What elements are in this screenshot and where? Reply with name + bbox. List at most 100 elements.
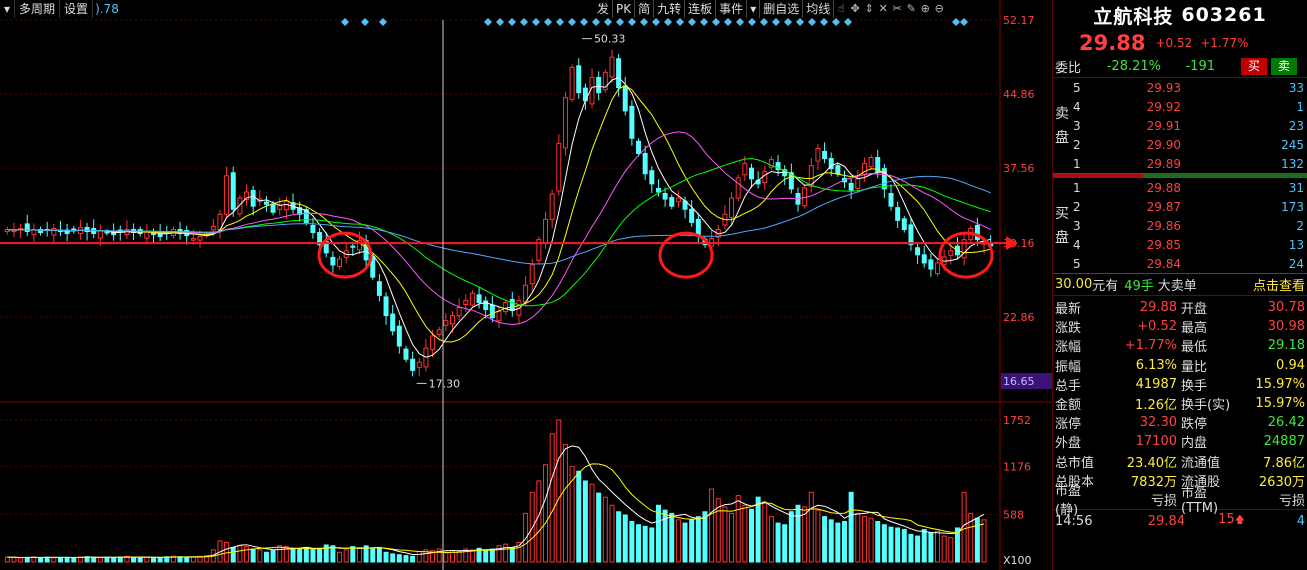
event-diamond-icon — [484, 18, 492, 26]
sell-button[interactable]: 卖 — [1271, 58, 1297, 75]
bid-row[interactable]: 2 29.87 173 — [1071, 197, 1307, 216]
big-order-price: 30.00 — [1055, 277, 1093, 292]
volume-bar — [38, 557, 44, 563]
volume-bar — [755, 496, 761, 563]
volume-bar — [104, 556, 110, 563]
kline-chart-svg[interactable]: 52.1744.8637.5630.1622.8616.651752117658… — [0, 0, 1052, 570]
volume-bar — [257, 549, 263, 563]
volume-bar — [310, 549, 316, 563]
volume-bar — [131, 557, 137, 563]
high-annotation: 50.33 — [594, 33, 626, 46]
volume-bar — [483, 550, 489, 563]
tool-simple-button[interactable]: 简 — [635, 0, 655, 18]
volume-bar — [443, 551, 449, 563]
volume-bar — [735, 495, 741, 563]
ask-row[interactable]: 1 29.89 132 — [1071, 154, 1307, 173]
stat-label: 最高 — [1181, 321, 1208, 337]
settings-button[interactable]: 设置 — [60, 0, 94, 18]
ask-row[interactable]: 3 29.91 23 — [1071, 116, 1307, 135]
ask-row[interactable]: 4 29.92 1 — [1071, 97, 1307, 116]
stats-row: 总手 41987 换手 15.97% — [1055, 375, 1305, 394]
candle-body — [642, 152, 648, 175]
volume-bar — [456, 550, 462, 563]
pan-icon[interactable]: ✥ — [848, 0, 862, 18]
volume-bar — [921, 529, 927, 563]
volume-bar — [695, 516, 701, 563]
tool-dropdown-icon[interactable]: ▾ — [747, 0, 761, 18]
ask-row[interactable]: 2 29.90 245 — [1071, 135, 1307, 154]
stat-value: 7832万 — [1130, 474, 1177, 490]
candle-body — [935, 262, 941, 275]
kline-chart-area[interactable]: 52.17 44.86 37.56 30.16 22.86 16.65 1752 1176 58… — [0, 0, 1052, 570]
price-axis-min-label: 16.65 — [1003, 375, 1035, 388]
last-price: 29.88 — [1079, 31, 1146, 55]
hand-icon[interactable]: ☝ — [834, 0, 848, 18]
volume-bar — [935, 530, 941, 563]
candle-body — [476, 294, 482, 303]
scissors-icon[interactable]: ✂ — [890, 0, 904, 18]
volume-bar — [396, 554, 402, 563]
volume-bar — [297, 548, 303, 563]
ask-volume: 132 — [1281, 156, 1304, 171]
volume-axis-label: 1176 — [1003, 461, 1031, 474]
event-diamond-icon — [808, 18, 816, 26]
event-diamond-icon — [760, 18, 768, 26]
scale-icon[interactable]: ⇕ — [862, 0, 876, 18]
candle-body — [622, 85, 628, 112]
volume-bar — [403, 555, 409, 563]
volume-bar — [51, 557, 57, 563]
volume-bar — [948, 537, 954, 563]
tool-pk-button[interactable]: PK — [613, 0, 636, 18]
volume-bar — [71, 557, 77, 563]
stat-value: 17100 — [1135, 434, 1177, 450]
stat-label: 内盘 — [1181, 436, 1208, 452]
ask-row[interactable]: 5 29.93 33 — [1071, 78, 1307, 97]
tool-lianban-button[interactable]: 连板 — [685, 0, 717, 18]
volume-bar — [356, 546, 362, 563]
bid-level: 2 — [1073, 199, 1081, 214]
buy-button[interactable]: 买 — [1241, 58, 1267, 75]
candle-body — [868, 157, 874, 168]
tool-jiuzhuan-button[interactable]: 九转 — [654, 0, 686, 18]
tool-event-button[interactable]: 事件 — [716, 0, 748, 18]
stats-row: 金额 1.26亿 换手(实) 15.97% — [1055, 394, 1305, 413]
bid-row[interactable]: 1 29.88 31 — [1071, 178, 1307, 197]
stat-label: 换手 — [1181, 378, 1208, 394]
candle-body — [376, 281, 382, 296]
volume-bar — [390, 553, 396, 563]
ask-price: 29.93 — [1146, 80, 1181, 95]
volume-bar — [722, 506, 728, 563]
tool-fa-button[interactable]: 发 — [594, 0, 614, 18]
volume-bar — [244, 546, 250, 563]
big-order-view-link[interactable]: 点击查看 — [1253, 275, 1305, 294]
draw-icon[interactable]: ✎ — [904, 0, 918, 18]
multi-period-button[interactable]: 多周期 — [15, 0, 61, 18]
volume-bar — [775, 522, 781, 563]
volume-bar — [290, 547, 296, 563]
event-diamond-icon — [379, 18, 387, 26]
zoom-in-icon[interactable]: ⊕ — [918, 0, 932, 18]
bid-level: 5 — [1073, 256, 1081, 271]
bid-row[interactable]: 3 29.86 2 — [1071, 216, 1307, 235]
volume-bar — [64, 556, 70, 563]
candle-body — [496, 311, 502, 322]
volume-bar — [629, 520, 635, 563]
ma-toggle-button[interactable]: 均线 — [803, 0, 835, 18]
cross-icon[interactable]: ✕ — [876, 0, 890, 18]
stat-value: 26.42 — [1267, 415, 1305, 431]
event-diamond-icon — [820, 18, 828, 26]
volume-bar — [768, 516, 774, 563]
event-diamond-icon — [508, 18, 516, 26]
candle-body — [549, 193, 555, 220]
stat-label: 开盘 — [1181, 302, 1208, 318]
zoom-out-icon[interactable]: ⊖ — [932, 0, 946, 18]
bid-price: 29.85 — [1146, 237, 1181, 252]
remove-watchlist-button[interactable]: 删自选 — [760, 0, 804, 18]
candle-body — [489, 304, 495, 319]
bid-row[interactable]: 5 29.84 24 — [1071, 254, 1307, 273]
stat-label: 涨跌 — [1055, 321, 1082, 337]
event-diamond-icon — [496, 18, 504, 26]
bid-row[interactable]: 4 29.85 13 — [1071, 235, 1307, 254]
stat-value: 32.30 — [1139, 415, 1177, 431]
menu-arrow-icon[interactable]: ▾ — [0, 0, 16, 18]
